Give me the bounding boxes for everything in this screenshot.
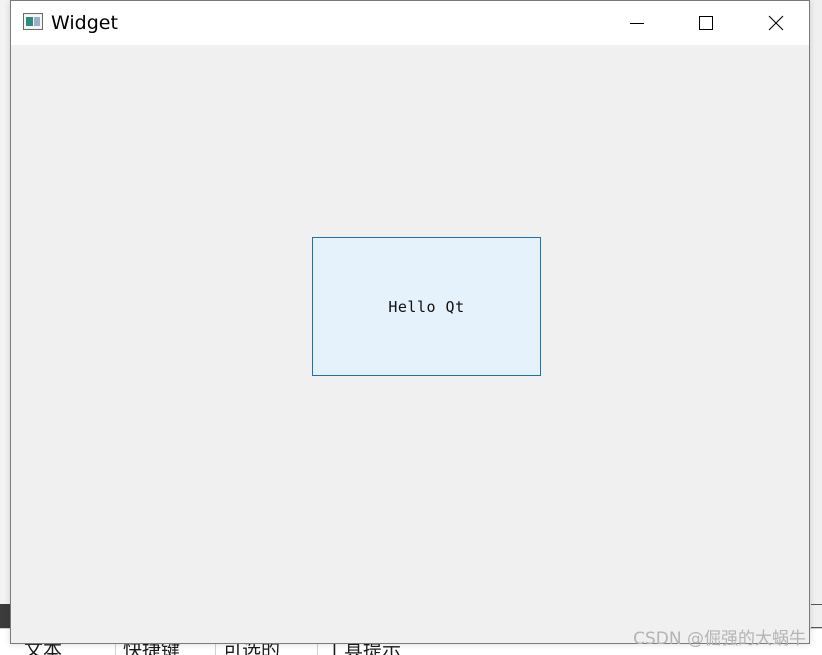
watermark: CSDN @倔强的大蜗牛 bbox=[633, 629, 806, 649]
widget-window: Widget Hello Qt bbox=[10, 0, 810, 644]
window-title: Widget bbox=[51, 12, 118, 34]
close-icon bbox=[768, 15, 784, 31]
title-bar[interactable]: Widget bbox=[11, 1, 809, 45]
hello-label[interactable]: Hello Qt bbox=[312, 237, 541, 376]
maximize-icon bbox=[699, 16, 713, 30]
desktop: 文本 快捷键 可选的 工具提示 Widget Hello Qt CSDN @倔强… bbox=[0, 0, 822, 655]
app-window-icon[interactable] bbox=[23, 13, 43, 30]
background-divider bbox=[811, 604, 822, 605]
minimize-icon bbox=[630, 23, 644, 24]
close-button[interactable] bbox=[753, 1, 799, 45]
maximize-button[interactable] bbox=[683, 1, 729, 45]
hello-label-text: Hello Qt bbox=[388, 297, 465, 316]
minimize-button[interactable] bbox=[614, 1, 660, 45]
widget-client-area: Hello Qt bbox=[11, 45, 809, 643]
